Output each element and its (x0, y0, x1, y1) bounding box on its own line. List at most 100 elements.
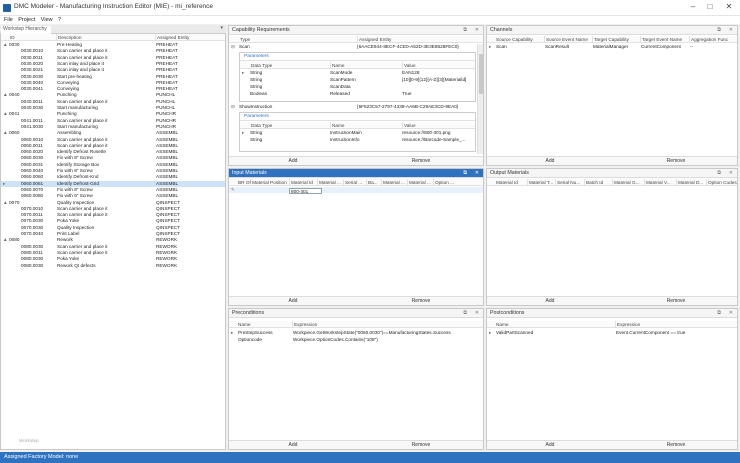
col-option[interactable]: Option ... (433, 179, 454, 186)
col-data-type[interactable]: Data Type (250, 122, 272, 129)
col-aggregation[interactable]: Aggregation Func (689, 36, 728, 43)
float-icon[interactable]: ⧉ (463, 169, 467, 177)
channels-panel: Channels ⧉ ✕ Source Capability Source Ev… (486, 25, 738, 166)
col-data-type[interactable]: Data Type (250, 62, 272, 69)
col-value[interactable]: Value (402, 62, 416, 69)
output-materials-title: Output Materials (490, 170, 529, 176)
col-assigned-entity[interactable]: Assigned Entity (357, 36, 391, 43)
param-row[interactable]: ▸ String InstructionMain resource://800-301… (240, 130, 475, 136)
panel-close-icon[interactable]: ✕ (475, 169, 479, 177)
input-edit-row[interactable]: ✎ (229, 187, 483, 194)
precondition-row[interactable]: Optioncode Workpiece.OptionCodes.Contain… (229, 337, 483, 343)
col-bom-position[interactable]: BR Of Material Position (237, 179, 287, 186)
remove-button[interactable]: Remove (357, 157, 483, 165)
col-option-codes[interactable]: Option Codes (706, 179, 737, 186)
remove-button[interactable]: Remove (613, 297, 737, 305)
panel-close-icon[interactable]: ✕ (729, 169, 733, 177)
tree-row[interactable]: 0080.0030 Rework QI defects REWORK (1, 263, 225, 269)
param-row[interactable]: String InstructionInfo resource://Barcode-… (240, 137, 475, 143)
remove-button[interactable]: Remove (613, 157, 737, 165)
capability-title: Capability Requirements (232, 27, 290, 33)
remove-button[interactable]: Remove (357, 297, 483, 305)
add-button[interactable]: Add (487, 297, 613, 305)
param-name: Released (330, 91, 350, 96)
material-id-input[interactable]: 800-301 (289, 188, 322, 194)
col-material-version[interactable]: Material V... (644, 179, 671, 186)
panel-close-icon[interactable]: ✕ (475, 309, 479, 317)
col-name[interactable]: Name (237, 321, 251, 328)
add-button[interactable]: Add (229, 297, 357, 305)
precondition-row[interactable]: ▸ PreStepSuccess Workpiece.GetWorkstepSt… (229, 330, 483, 336)
input-buttons: Add Remove (229, 296, 483, 305)
close-icon[interactable]: ✕ (722, 2, 736, 11)
col-serial-number[interactable]: Serial Nu... (555, 179, 580, 186)
col-source-event[interactable]: Source Event Name (544, 36, 588, 43)
param-row[interactable]: ▸ String ScanMode EAN128 (240, 70, 475, 76)
param-value: True (402, 91, 412, 96)
capability-entity: {5F523C57-2797-4338-AA6B-C29AE3CD-9EA0} (357, 104, 459, 109)
param-row[interactable]: String ScanPattern [10][0-9]{12}[A-Z]{3}[M… (240, 77, 475, 83)
col-id[interactable]: ID (9, 34, 15, 41)
add-button[interactable]: Add (229, 441, 357, 449)
col-expression[interactable]: Expression (615, 321, 640, 328)
remove-button[interactable]: Remove (613, 441, 737, 449)
vertical-scrollbar[interactable] (477, 44, 483, 154)
col-source-capability[interactable]: Source Capability (495, 36, 533, 43)
capability-row-scan[interactable]: ⊟ Scan {6AACE944-8ECF-4CE0-A52D-3E3E8528… (229, 44, 483, 50)
col-material-id[interactable]: Material Id (495, 179, 518, 186)
channel-row[interactable]: ▸ Scan ScanResult MaterialManager Curren… (487, 44, 737, 50)
tab-workstep-hierarchy[interactable]: Workstep Hierarchy (1, 26, 51, 34)
menu-help[interactable]: ? (58, 17, 61, 23)
collapse-icon[interactable]: ⊟ (231, 104, 235, 110)
postcondition-row[interactable]: ▸ ValidPartScanned Event.CurrentComponen… (487, 330, 737, 336)
col-type[interactable]: Type (239, 36, 250, 43)
param-name: InstructionInfo (330, 137, 360, 142)
col-name[interactable]: Name (330, 62, 345, 69)
maximize-icon[interactable]: □ (703, 2, 717, 11)
capability-requirements-panel: Capability Requirements ⧉ ✕ Type Assigne… (228, 25, 484, 166)
menu-project[interactable]: Project (18, 17, 35, 23)
col-assigned-entity[interactable]: Assigned Entity (155, 34, 189, 41)
panel-menu-icon[interactable]: ▾ (220, 25, 223, 31)
postconditions-panel: Postconditions ⧉ ✕ Name Expression ▸ Val… (486, 308, 738, 450)
float-icon[interactable]: ⧉ (717, 169, 721, 177)
param-header: Data Type Name Value (240, 122, 475, 129)
menu-view[interactable]: View (41, 17, 53, 23)
param-row[interactable]: Boolean Released True (240, 91, 475, 97)
collapse-icon[interactable]: ⊟ (231, 44, 235, 50)
col-name[interactable]: Name (330, 122, 345, 129)
add-button[interactable]: Add (229, 157, 357, 165)
col-material-group[interactable]: Material ... (381, 179, 405, 186)
channels-buttons: Add Remove (487, 156, 737, 165)
col-target-capability[interactable]: Target Capability (592, 36, 629, 43)
add-button[interactable]: Add (487, 441, 613, 449)
add-button[interactable]: Add (487, 157, 613, 165)
col-value[interactable]: Value (402, 122, 416, 129)
col-material-type[interactable]: Material ... (317, 179, 341, 186)
param-row[interactable]: String ScanData (240, 84, 475, 90)
minimize-icon[interactable]: – (686, 2, 700, 11)
remove-button[interactable]: Remove (357, 441, 483, 449)
col-material-desc[interactable]: Material D... (676, 179, 703, 186)
panel-close-icon[interactable]: ✕ (729, 309, 733, 317)
col-serial[interactable]: Serial ... (343, 179, 362, 186)
menu-file[interactable]: File (4, 17, 13, 23)
col-description[interactable]: Description (56, 34, 81, 41)
panel-close-icon[interactable]: ✕ (475, 26, 479, 34)
col-target-event[interactable]: Target Event Name (640, 36, 682, 43)
capability-row-show-instruction[interactable]: ⊟ ShowInstruction {5F523C57-2797-4338-AA… (229, 104, 483, 110)
float-icon[interactable]: ⧉ (463, 309, 467, 317)
float-icon[interactable]: ⧉ (717, 309, 721, 317)
col-batch-id[interactable]: Batch Id (584, 179, 603, 186)
workstep-description: Rework QI defects (57, 262, 96, 268)
float-icon[interactable]: ⧉ (463, 26, 467, 34)
col-material-id[interactable]: Material Id (289, 179, 313, 186)
col-expression[interactable]: Expression (292, 321, 317, 328)
col-name[interactable]: Name (495, 321, 509, 328)
panel-close-icon[interactable]: ✕ (729, 26, 733, 34)
col-material-type[interactable]: Material T... (527, 179, 553, 186)
float-icon[interactable]: ⧉ (717, 26, 721, 34)
col-batch[interactable]: Ba... (366, 179, 378, 186)
col-material-group[interactable]: Material G... (612, 179, 640, 186)
col-material-version[interactable]: Material ... (407, 179, 431, 186)
